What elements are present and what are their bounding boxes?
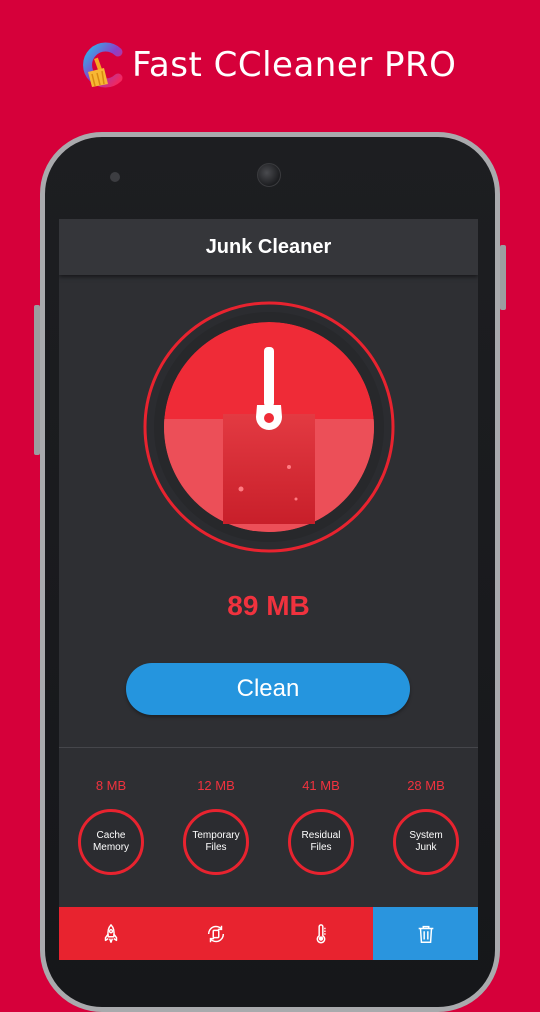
rocket-icon [105, 923, 118, 943]
category-ring: Temporary Files [183, 809, 249, 875]
category-cache-memory[interactable]: 8 MB Cache Memory [71, 777, 151, 875]
category-residual-files[interactable]: 41 MB Residual Files [281, 777, 361, 875]
category-temporary-files[interactable]: 12 MB Temporary Files [176, 777, 256, 875]
thermometer-icon [316, 923, 326, 943]
trash-icon [418, 925, 433, 943]
page-title: Junk Cleaner [205, 235, 332, 258]
app-bar: Junk Cleaner [59, 219, 478, 275]
category-label: Temporary Files [192, 830, 240, 853]
phone-power-button [500, 245, 506, 310]
junk-gauge[interactable] [141, 299, 397, 555]
category-label: System Junk [409, 830, 443, 853]
category-system-junk[interactable]: 28 MB System Junk [386, 777, 466, 875]
category-size: 12 MB [197, 778, 235, 793]
promo-title: Fast CCleaner PRO [132, 45, 457, 85]
category-size: 41 MB [302, 778, 340, 793]
app-screen: Junk Cleaner 89 MB Clean 8 MB Cache Memo… [59, 219, 478, 960]
category-ring: Cache Memory [78, 809, 144, 875]
nav-cpu-cooler[interactable] [163, 907, 269, 960]
cpu-refresh-icon [208, 925, 225, 942]
clean-button[interactable]: Clean [126, 663, 410, 715]
category-size: 8 MB [95, 778, 127, 793]
promo-header: Fast CCleaner PRO [78, 38, 456, 92]
nav-junk-cleaner[interactable] [373, 907, 478, 960]
junk-total-size: 89 MB [227, 590, 310, 621]
phone-sensor [110, 172, 120, 182]
category-ring: Residual Files [288, 809, 354, 875]
phone-camera [257, 163, 281, 187]
category-label: Residual Files [301, 830, 341, 853]
category-label: Cache Memory [92, 830, 130, 853]
category-size: 28 MB [407, 778, 445, 793]
nav-temperature[interactable] [268, 907, 374, 960]
bottom-nav [59, 907, 478, 960]
category-ring: System Junk [393, 809, 459, 875]
nav-booster[interactable] [59, 907, 164, 960]
app-logo-broom-icon [83, 42, 123, 88]
divider [59, 747, 478, 748]
